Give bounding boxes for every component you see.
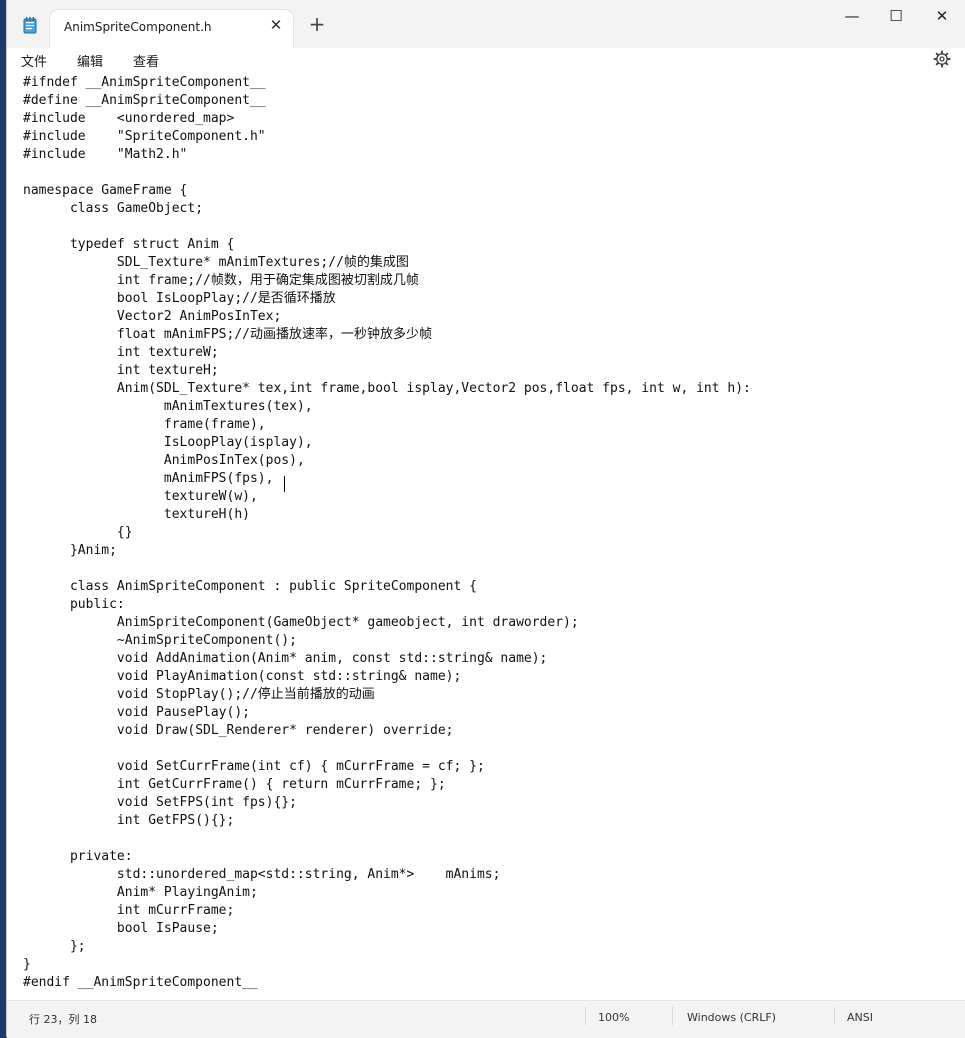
menu-file[interactable]: 文件	[21, 51, 47, 70]
tab-file[interactable]: AnimSpriteComponent.h ✕	[50, 10, 293, 48]
title-bar: AnimSpriteComponent.h ✕ + — ☐ ✕	[7, 0, 965, 48]
encoding: ANSI	[847, 1011, 873, 1024]
minimize-button[interactable]: —	[829, 4, 875, 28]
zoom-level: 100%	[598, 1011, 630, 1024]
close-button[interactable]: ✕	[919, 4, 965, 28]
settings-gear-icon[interactable]	[933, 50, 951, 68]
status-divider	[672, 1007, 673, 1025]
maximize-button[interactable]: ☐	[873, 4, 919, 28]
cursor-position: 行 23，列 18	[29, 1013, 97, 1026]
menu-bar: 文件 编辑 查看	[7, 48, 965, 74]
tab-title: AnimSpriteComponent.h	[64, 20, 212, 34]
text-caret	[284, 476, 285, 492]
editor-text[interactable]: #ifndef __AnimSpriteComponent__ #define …	[23, 74, 751, 992]
tab-close-icon[interactable]: ✕	[268, 17, 284, 33]
new-tab-button[interactable]: +	[307, 14, 327, 34]
status-divider	[834, 1007, 835, 1025]
status-bar: 行 23，列 18 100% Windows (CRLF) ANSI	[7, 1000, 965, 1038]
status-divider	[585, 1007, 586, 1025]
line-ending: Windows (CRLF)	[687, 1011, 776, 1024]
text-editor[interactable]: #ifndef __AnimSpriteComponent__ #define …	[7, 74, 965, 1000]
notepad-icon	[23, 17, 37, 34]
notepad-window: AnimSpriteComponent.h ✕ + — ☐ ✕ 文件 编辑 查看	[6, 0, 965, 1038]
menu-view[interactable]: 查看	[133, 51, 159, 70]
menu-edit[interactable]: 编辑	[77, 51, 103, 70]
